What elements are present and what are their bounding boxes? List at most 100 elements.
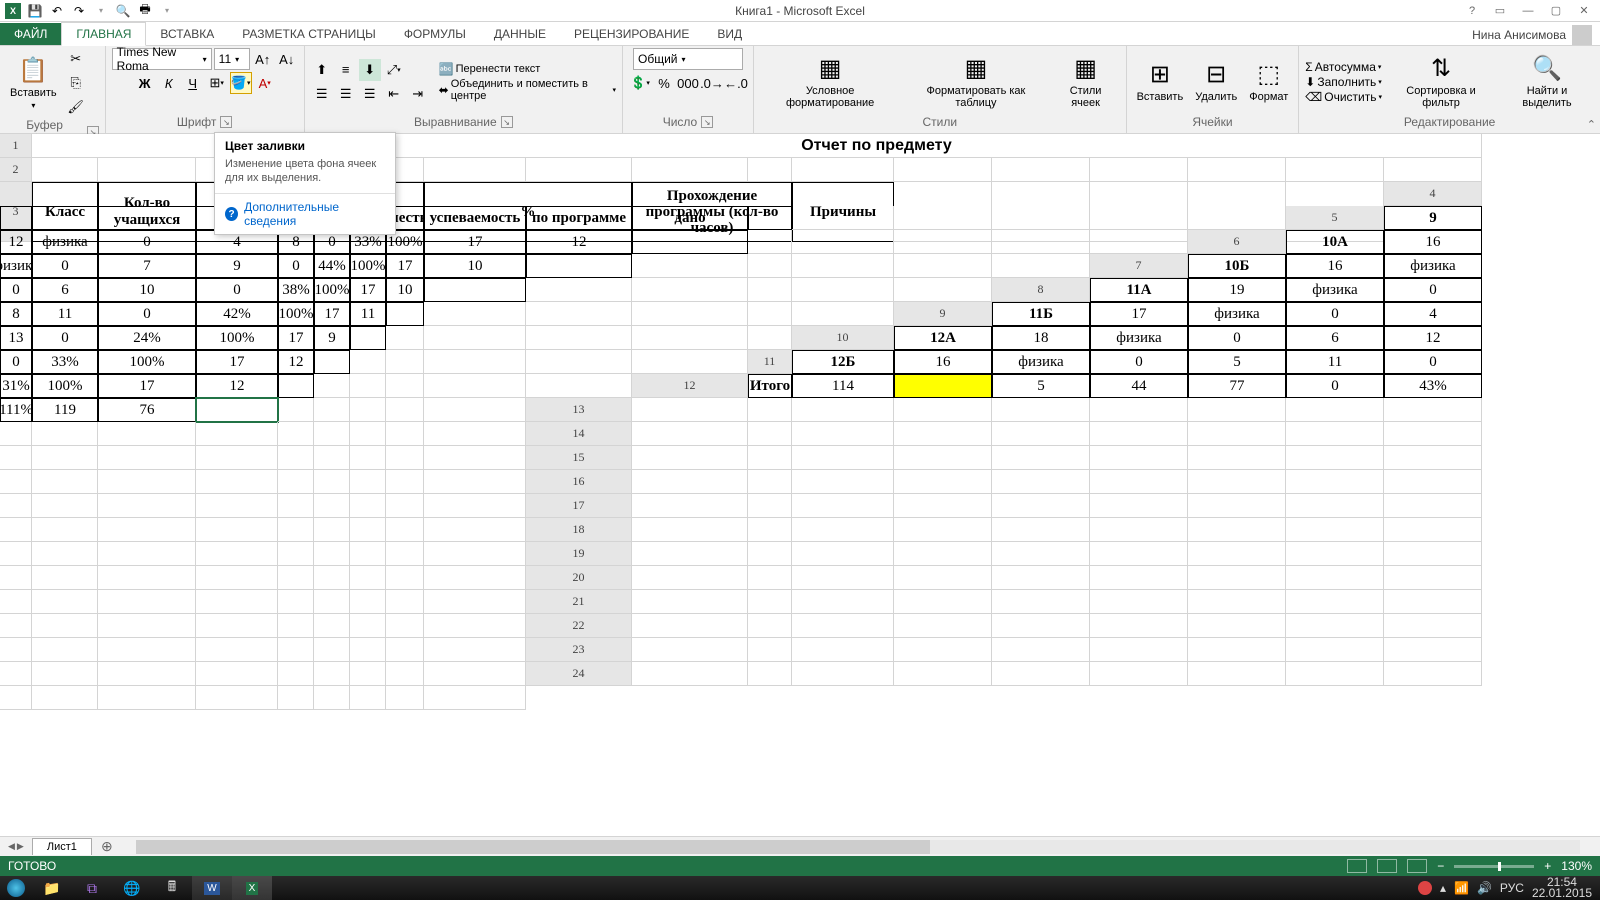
cell-class[interactable]: 12Б	[792, 350, 894, 374]
cell[interactable]	[32, 590, 98, 614]
cell[interactable]	[196, 422, 278, 446]
cell[interactable]	[992, 470, 1090, 494]
cell-5[interactable]: 0	[1188, 326, 1286, 350]
cell[interactable]	[792, 278, 894, 302]
cell[interactable]	[386, 446, 424, 470]
underline-button[interactable]: Ч	[182, 72, 204, 94]
cell[interactable]	[894, 470, 992, 494]
cell[interactable]	[1188, 542, 1286, 566]
cell-success[interactable]: 100%	[196, 326, 278, 350]
tray-network-icon[interactable]: 📶	[1454, 881, 1469, 895]
cell[interactable]	[278, 590, 314, 614]
row-header[interactable]: 20	[526, 566, 632, 590]
cell[interactable]	[386, 326, 424, 350]
cell[interactable]	[792, 566, 894, 590]
cell[interactable]	[98, 422, 196, 446]
cell[interactable]	[748, 230, 792, 254]
cell-total-5[interactable]: 5	[992, 374, 1090, 398]
cell[interactable]	[1286, 614, 1384, 638]
cell-total-label[interactable]: Итого	[748, 374, 792, 398]
cell[interactable]	[748, 566, 792, 590]
cell-4[interactable]: 6	[1286, 326, 1384, 350]
nav-first-icon[interactable]: ◀	[8, 841, 15, 852]
cell[interactable]	[1188, 422, 1286, 446]
cell[interactable]	[894, 638, 992, 662]
cell[interactable]	[196, 518, 278, 542]
cell-3[interactable]: 10	[98, 278, 196, 302]
cell[interactable]	[1188, 614, 1286, 638]
cell-students[interactable]: 16	[1286, 254, 1384, 278]
cell[interactable]	[314, 614, 350, 638]
bold-button[interactable]: Ж	[134, 72, 156, 94]
cell[interactable]	[350, 446, 386, 470]
format-painter-icon[interactable]: 🖌	[65, 96, 87, 118]
cell-total-quality[interactable]: 43%	[1384, 374, 1482, 398]
comma-icon[interactable]: 000	[677, 72, 699, 94]
cell[interactable]	[894, 662, 992, 686]
cell-styles-button[interactable]: ▦Стили ячеек	[1052, 50, 1120, 113]
cell[interactable]	[314, 590, 350, 614]
cell[interactable]	[632, 254, 748, 278]
cell[interactable]	[386, 422, 424, 446]
cell[interactable]	[424, 614, 526, 638]
cell[interactable]	[1286, 494, 1384, 518]
row-header[interactable]: 18	[526, 518, 632, 542]
cell[interactable]	[196, 494, 278, 518]
cell[interactable]	[32, 422, 98, 446]
cell-5[interactable]: 0	[0, 278, 32, 302]
cell[interactable]	[278, 662, 314, 686]
cell[interactable]	[992, 494, 1090, 518]
cell[interactable]	[424, 494, 526, 518]
cell-prog[interactable]: 17	[386, 254, 424, 278]
cell[interactable]	[748, 398, 792, 422]
cell-class[interactable]: 10Б	[1188, 254, 1286, 278]
cell[interactable]	[98, 566, 196, 590]
cell[interactable]	[1090, 494, 1188, 518]
number-format-combo[interactable]: Общий▾	[633, 48, 743, 70]
cell[interactable]	[1188, 638, 1286, 662]
cell[interactable]	[632, 326, 748, 350]
italic-button[interactable]: К	[158, 72, 180, 94]
cell[interactable]	[894, 518, 992, 542]
page-break-view-icon[interactable]	[1407, 859, 1427, 873]
cell[interactable]	[748, 446, 792, 470]
cell[interactable]	[424, 326, 526, 350]
cell[interactable]	[98, 158, 196, 182]
cell-4[interactable]: 4	[1384, 302, 1482, 326]
cell-class[interactable]: 10А	[1286, 230, 1384, 254]
number-launcher[interactable]: ↘	[701, 116, 713, 128]
cell[interactable]	[32, 614, 98, 638]
format-table-button[interactable]: ▦Форматировать как таблицу	[904, 50, 1047, 113]
cell[interactable]	[792, 494, 894, 518]
save-icon[interactable]: 💾	[26, 2, 44, 20]
cell[interactable]	[1286, 518, 1384, 542]
maximize-icon[interactable]: ▢	[1546, 3, 1566, 19]
cell[interactable]	[32, 158, 98, 182]
cell[interactable]	[1384, 662, 1482, 686]
inc-decimal-icon[interactable]: .0→	[701, 72, 723, 94]
cell[interactable]	[632, 662, 748, 686]
cell[interactable]	[526, 302, 632, 326]
currency-icon[interactable]: 💲▾	[629, 72, 651, 94]
cell-quality[interactable]: 44%	[314, 254, 350, 278]
cell[interactable]	[792, 470, 894, 494]
cell[interactable]	[792, 398, 894, 422]
row-header[interactable]: 16	[526, 470, 632, 494]
cell[interactable]	[1384, 566, 1482, 590]
cell[interactable]	[196, 470, 278, 494]
tray-chevron-icon[interactable]: ▴	[1440, 881, 1446, 895]
fill-button[interactable]: ⬇Заполнить▾	[1305, 75, 1382, 89]
cell[interactable]	[792, 422, 894, 446]
cell[interactable]	[992, 398, 1090, 422]
row-header[interactable]: 17	[526, 494, 632, 518]
cell[interactable]	[278, 542, 314, 566]
excel-taskbar-icon[interactable]: X	[232, 876, 272, 900]
cell[interactable]	[894, 398, 992, 422]
row-header[interactable]: 4	[1384, 182, 1482, 206]
cell[interactable]	[1286, 158, 1384, 182]
indent-dec-icon[interactable]: ⇤	[383, 83, 405, 105]
cell[interactable]	[1384, 614, 1482, 638]
cell[interactable]	[386, 566, 424, 590]
cell[interactable]	[32, 470, 98, 494]
cell[interactable]	[748, 278, 792, 302]
